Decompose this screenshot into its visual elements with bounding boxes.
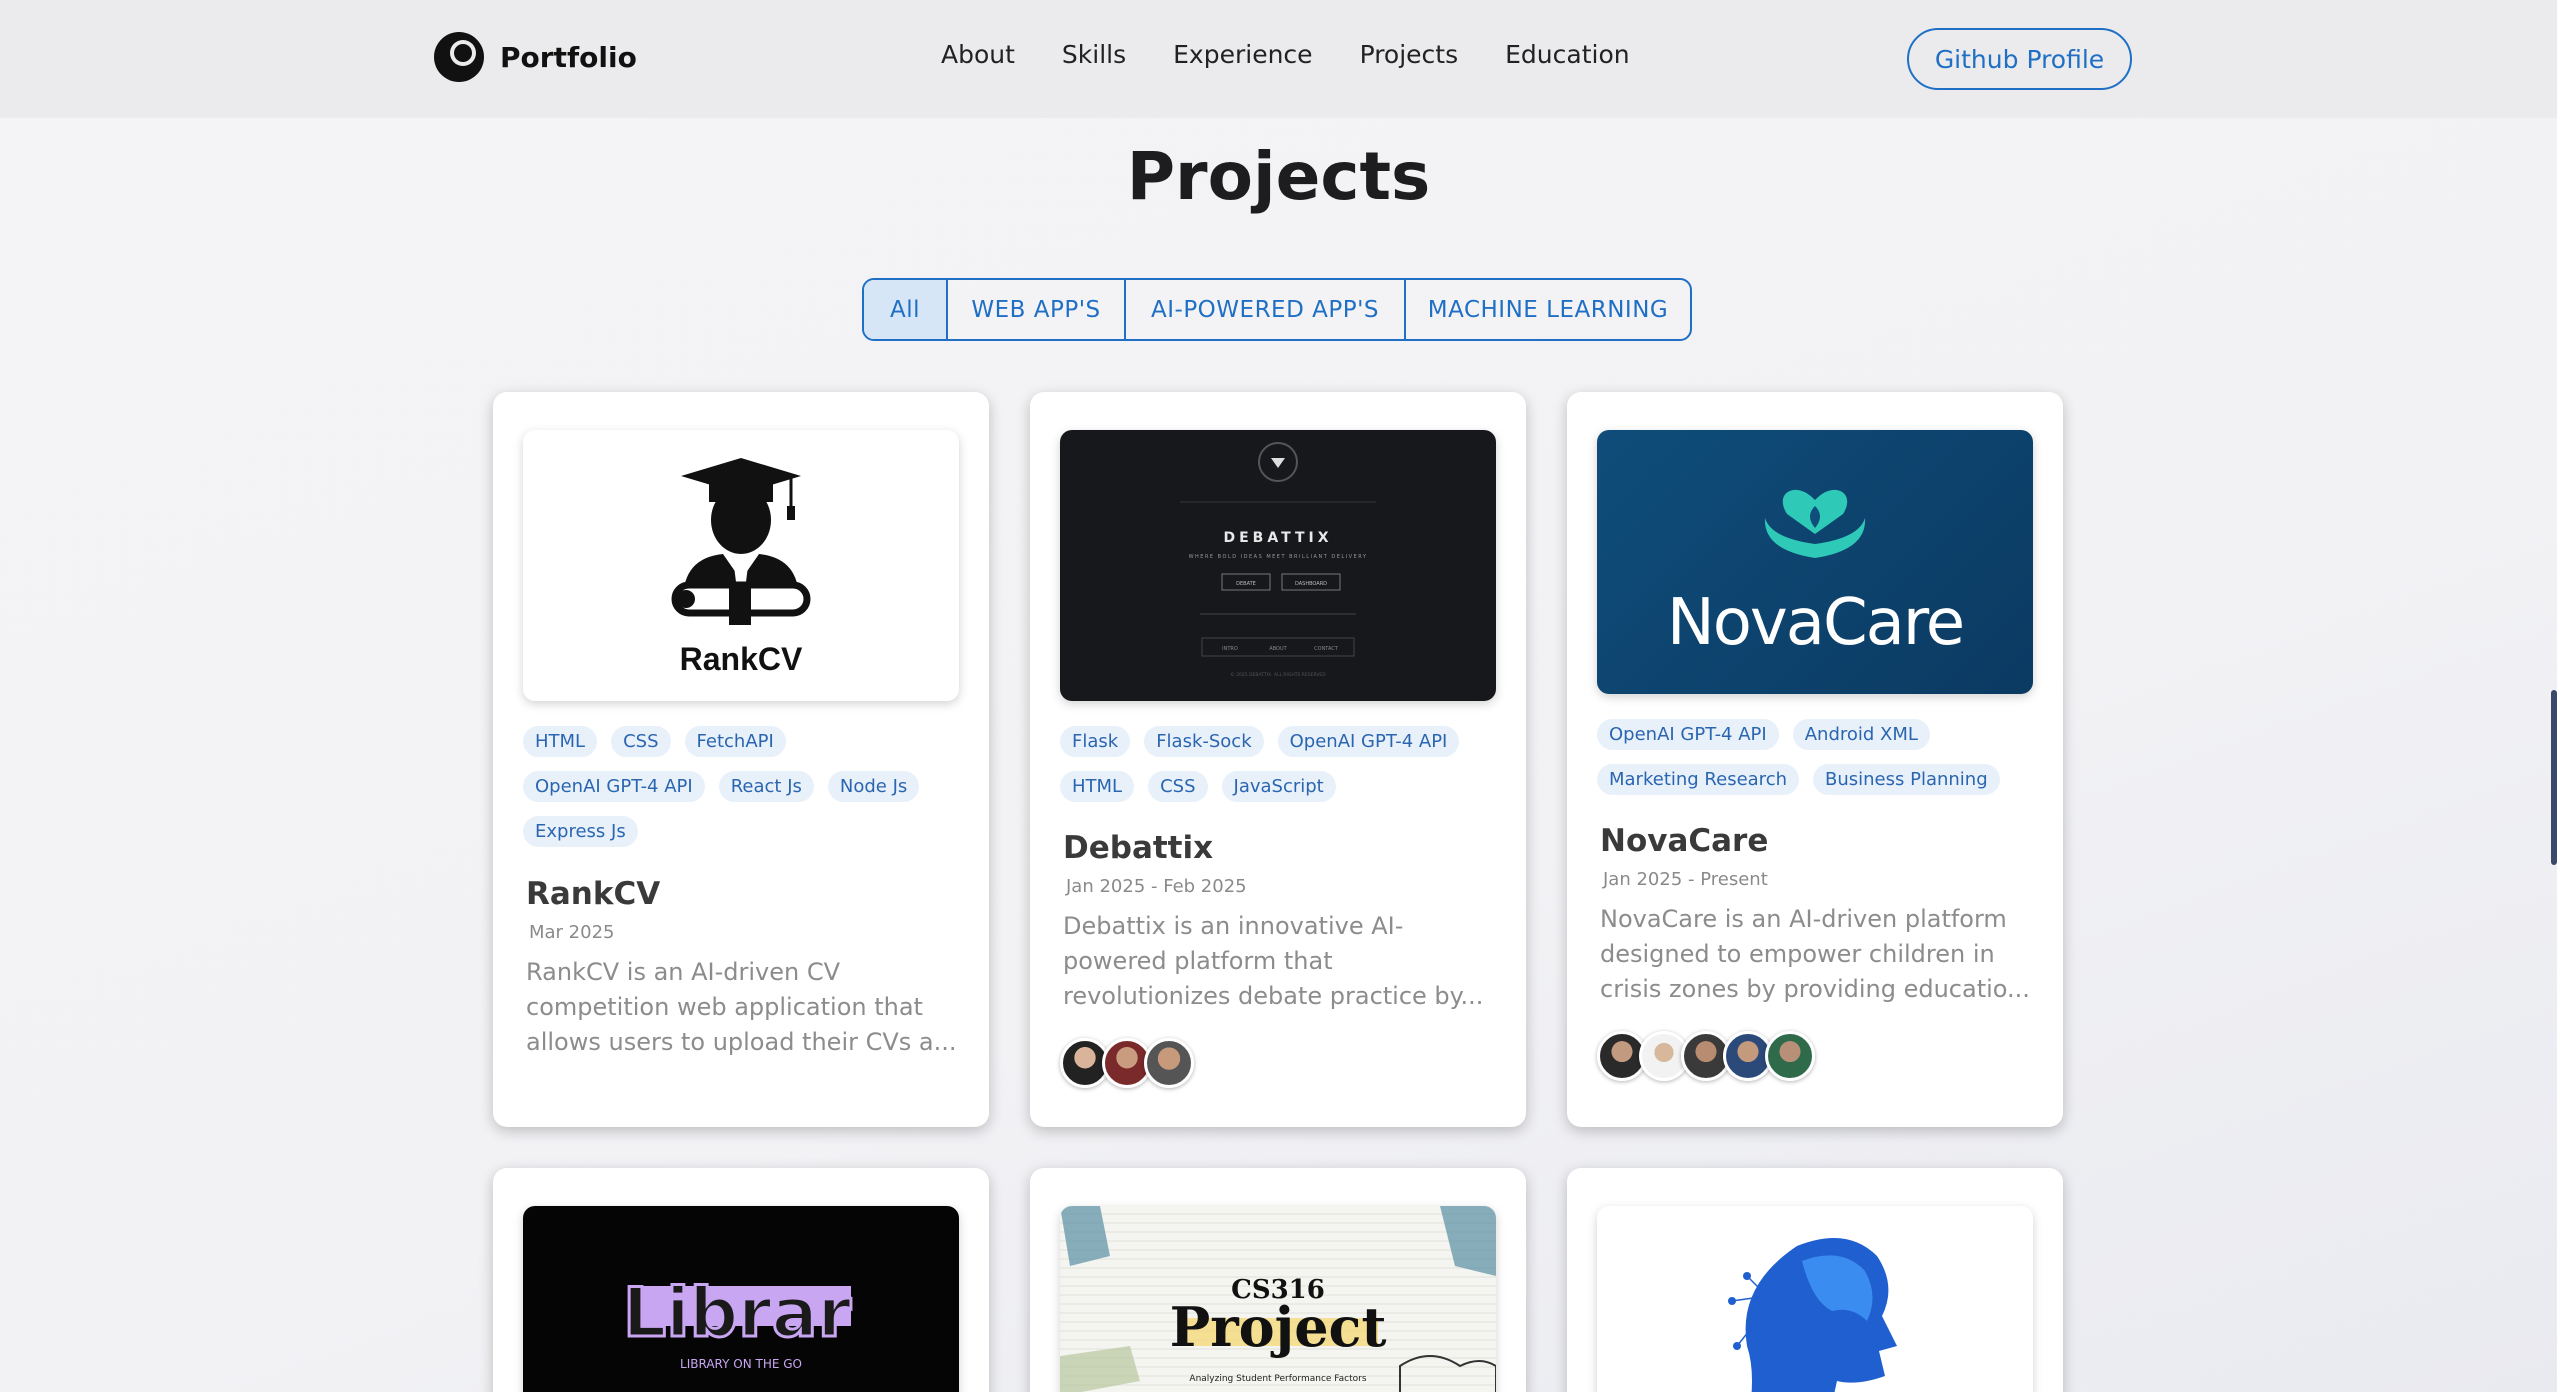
svg-text:Librar: Librar xyxy=(623,1274,852,1353)
filter-all[interactable]: All xyxy=(864,280,948,339)
tag[interactable]: HTML xyxy=(523,726,598,757)
svg-text:INTRO: INTRO xyxy=(1222,646,1238,652)
svg-text:CONTACT: CONTACT xyxy=(1314,646,1339,652)
filter-ai-powered-apps[interactable]: AI-POWERED APP'S xyxy=(1126,280,1406,339)
project-card-librar[interactable]: Librar LIBRARY ON THE GO xyxy=(493,1168,989,1392)
svg-text:DEBATE: DEBATE xyxy=(1236,581,1256,587)
tag[interactable]: Express Js xyxy=(523,816,638,847)
tag[interactable]: Flask xyxy=(1060,726,1131,757)
project-card-ml[interactable] xyxy=(1567,1168,2063,1392)
avatar[interactable] xyxy=(1765,1031,1815,1081)
books-icon xyxy=(1060,1206,1110,1266)
brand-name: Portfolio xyxy=(500,40,637,74)
project-date: Mar 2025 xyxy=(529,922,615,943)
svg-text:NovaCare: NovaCare xyxy=(1667,586,1963,660)
brand-logo-icon xyxy=(432,30,486,84)
avatar[interactable] xyxy=(1144,1038,1194,1088)
tag-list: HTML CSS FetchAPI OpenAI GPT-4 API React… xyxy=(523,726,963,847)
svg-text:DEBATTIX: DEBATTIX xyxy=(1223,530,1332,546)
svg-text:ABOUT: ABOUT xyxy=(1269,646,1287,652)
project-date: Jan 2025 - Present xyxy=(1603,869,1768,890)
project-description: NovaCare is an AI-driven platform design… xyxy=(1600,905,2030,1003)
section-title: Projects xyxy=(1126,138,1431,215)
nav-projects[interactable]: Projects xyxy=(1360,40,1459,69)
ai-head-icon xyxy=(1728,1238,1897,1392)
project-image-librar: Librar LIBRARY ON THE GO xyxy=(523,1206,959,1392)
filter-web-apps[interactable]: WEB APP'S xyxy=(948,280,1126,339)
svg-text:DASHBOARD: DASHBOARD xyxy=(1295,581,1327,587)
tag[interactable]: JavaScript xyxy=(1221,771,1336,802)
filter-machine-learning[interactable]: MACHINE LEARNING xyxy=(1406,280,1690,339)
svg-text:Project: Project xyxy=(1170,1295,1387,1359)
project-image-rankcv: RankCV xyxy=(523,430,959,701)
rankcv-image-label: RankCV xyxy=(680,641,803,677)
project-image-novacare: NovaCare xyxy=(1597,430,2033,694)
project-date: Jan 2025 - Feb 2025 xyxy=(1066,876,1247,897)
tag[interactable]: OpenAI GPT-4 API xyxy=(1277,726,1460,757)
project-card-cs316[interactable]: CS316 Project Analyzing Student Performa… xyxy=(1030,1168,1526,1392)
project-card-novacare[interactable]: NovaCare OpenAI GPT-4 API Android XML Ma… xyxy=(1567,392,2063,1127)
github-profile-button[interactable]: Github Profile xyxy=(1907,28,2132,90)
nav-links: About Skills Experience Projects Educati… xyxy=(941,40,1630,69)
project-card-debattix[interactable]: DEBATTIX WHERE BOLD IDEAS MEET BRILLIANT… xyxy=(1030,392,1526,1127)
tag[interactable]: CSS xyxy=(611,726,671,757)
svg-text:© 2025 DEBATTIX. ALL RIGHTS RE: © 2025 DEBATTIX. ALL RIGHTS RESERVED xyxy=(1230,671,1326,678)
project-title: RankCV xyxy=(526,876,661,912)
tag[interactable]: OpenAI GPT-4 API xyxy=(523,771,705,802)
project-filter: All WEB APP'S AI-POWERED APP'S MACHINE L… xyxy=(862,278,1692,341)
project-image-ml xyxy=(1597,1206,2033,1392)
graduate-icon: RankCV xyxy=(671,458,811,677)
tag[interactable]: Flask-Sock xyxy=(1144,726,1264,757)
tag-list: OpenAI GPT-4 API Android XML Marketing R… xyxy=(1597,719,2037,795)
project-description: Debattix is an innovative AI-powered pla… xyxy=(1063,912,1484,1010)
project-image-cs316: CS316 Project Analyzing Student Performa… xyxy=(1060,1206,1496,1392)
project-card-rankcv[interactable]: RankCV HTML CSS FetchAPI OpenAI GPT-4 AP… xyxy=(493,392,989,1127)
project-description: RankCV is an AI-driven CV competition we… xyxy=(526,958,957,1056)
tag[interactable]: CSS xyxy=(1148,771,1208,802)
nav-education[interactable]: Education xyxy=(1505,40,1629,69)
tag[interactable]: HTML xyxy=(1060,771,1135,802)
svg-text:Analyzing Student Performance: Analyzing Student Performance Factors xyxy=(1189,1374,1366,1384)
tag[interactable]: FetchAPI xyxy=(684,726,786,757)
tag[interactable]: Android XML xyxy=(1792,719,1930,750)
nav-skills[interactable]: Skills xyxy=(1062,40,1126,69)
svg-text:WHERE BOLD IDEAS MEET BRILLIAN: WHERE BOLD IDEAS MEET BRILLIANT DELIVERY xyxy=(1189,554,1368,560)
svg-text:LIBRARY ON THE GO: LIBRARY ON THE GO xyxy=(680,1357,802,1371)
tag[interactable]: OpenAI GPT-4 API xyxy=(1597,719,1779,750)
nav-about[interactable]: About xyxy=(941,40,1015,69)
diamond-icon xyxy=(1271,458,1285,468)
tag[interactable]: Business Planning xyxy=(1813,764,2000,795)
nav-experience[interactable]: Experience xyxy=(1173,40,1312,69)
tag-list: Flask Flask-Sock OpenAI GPT-4 API HTML C… xyxy=(1060,726,1500,802)
tag[interactable]: Marketing Research xyxy=(1597,764,1799,795)
brand[interactable]: Portfolio xyxy=(432,30,637,84)
navbar: Portfolio About Skills Experience Projec… xyxy=(0,0,2557,118)
project-title: Debattix xyxy=(1063,830,1214,866)
team-avatars xyxy=(1060,1038,1194,1088)
tag[interactable]: Node Js xyxy=(827,771,920,802)
tag[interactable]: React Js xyxy=(718,771,814,802)
team-avatars xyxy=(1597,1031,1815,1081)
project-image-debattix: DEBATTIX WHERE BOLD IDEAS MEET BRILLIANT… xyxy=(1060,430,1496,701)
scrollbar-thumb[interactable] xyxy=(2551,690,2557,865)
project-title: NovaCare xyxy=(1600,823,1769,859)
